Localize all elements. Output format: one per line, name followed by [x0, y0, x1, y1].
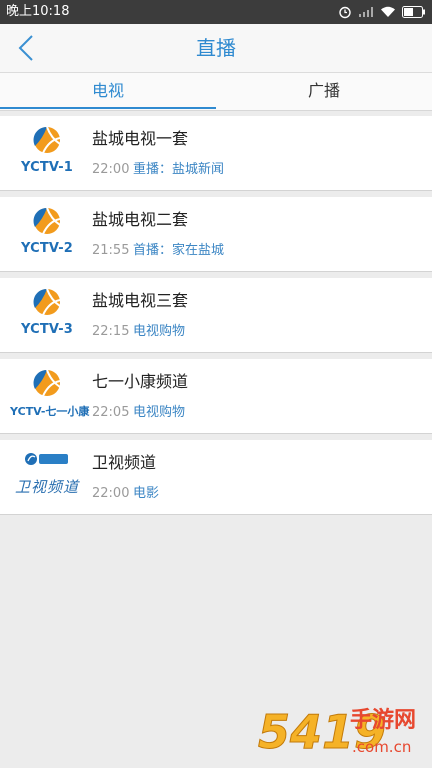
channel-item[interactable]: YCTV-3 盐城电视三套 22:15 电视购物	[0, 278, 432, 353]
channel-logo: YCTV-3	[10, 286, 84, 344]
tab-radio[interactable]: 广播	[216, 73, 432, 110]
watermark-url: .com.cn	[352, 738, 412, 756]
program-time: 22:00	[92, 486, 130, 501]
watermark: 5419 手游网 .com.cn	[257, 704, 428, 766]
yctv-ball-icon	[33, 207, 61, 235]
channel-name: 盐城电视二套	[92, 210, 189, 229]
channel-logo-text: YCTV-2	[20, 241, 74, 256]
program-time: 22:15	[92, 324, 130, 339]
channel-name: 盐城电视三套	[92, 291, 189, 310]
page-title: 直播	[196, 36, 236, 60]
program-title: 重播：盐城新闻	[133, 162, 225, 177]
status-time: 晚上10:18	[6, 4, 70, 19]
program-title: 电影	[133, 486, 160, 501]
tab-tv[interactable]: 电视	[0, 73, 216, 110]
channel-name: 盐城电视一套	[92, 129, 189, 148]
channel-item[interactable]: 卫视频道 卫视频道 22:00 电影	[0, 440, 432, 515]
status-icons	[338, 4, 426, 20]
yctv-ball-icon	[33, 288, 61, 316]
channel-logo-text: YCTV-3	[20, 322, 74, 337]
program-time: 21:55	[92, 243, 130, 258]
signal-off-icon	[359, 7, 373, 17]
yancheng-net-logo-icon	[25, 453, 68, 465]
channel-logo-text: YCTV-1	[20, 160, 74, 175]
channel-item[interactable]: YCTV-七一小康 七一小康频道 22:05 电视购物	[0, 359, 432, 434]
status-bar: 晚上10:18	[0, 0, 432, 24]
channel-logo: 卫视频道	[10, 448, 84, 506]
wifi-icon	[381, 6, 395, 17]
battery-icon	[402, 6, 425, 18]
app-header: 直播	[0, 24, 432, 73]
watermark-name: 手游网	[350, 708, 417, 733]
channel-logo-text: 卫视频道	[14, 478, 79, 496]
channel-name: 七一小康频道	[92, 372, 189, 391]
program-time: 22:05	[92, 405, 130, 420]
channel-logo-text: YCTV-七一小康	[10, 405, 90, 418]
channel-item[interactable]: YCTV-2 盐城电视二套 21:55 首播：家在盐城	[0, 197, 432, 272]
channel-logo: YCTV-1	[10, 124, 84, 182]
program-title: 电视购物	[133, 405, 186, 420]
tab-active-indicator	[0, 107, 216, 109]
channel-item[interactable]: YCTV-1 盐城电视一套 22:00 重播：盐城新闻	[0, 116, 432, 191]
yctv-ball-icon	[33, 369, 61, 397]
channel-logo: YCTV-七一小康	[10, 367, 90, 425]
program-title: 电视购物	[133, 324, 186, 339]
channel-logo: YCTV-2	[10, 205, 84, 263]
program-title: 首播：家在盐城	[133, 243, 225, 258]
yctv-ball-icon	[33, 126, 61, 154]
tab-bar: 电视 广播	[0, 73, 432, 111]
alarm-icon	[339, 6, 351, 19]
program-time: 22:00	[92, 162, 130, 177]
channel-name: 卫视频道	[92, 453, 157, 472]
